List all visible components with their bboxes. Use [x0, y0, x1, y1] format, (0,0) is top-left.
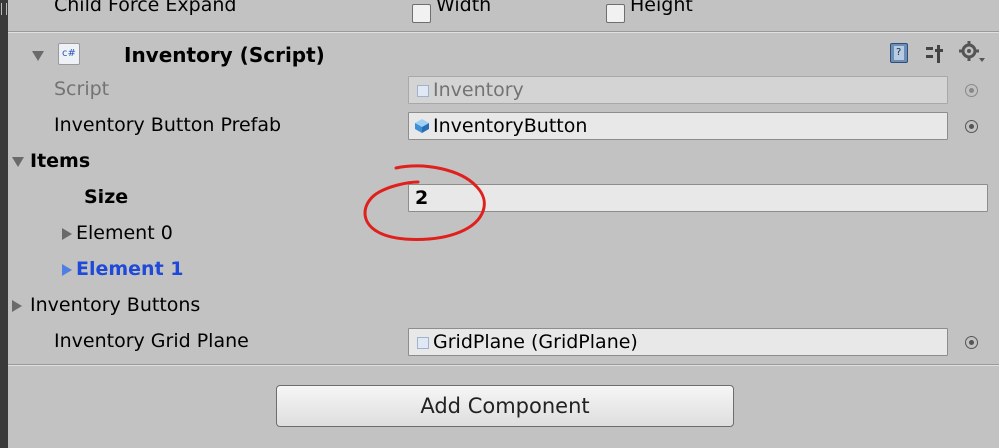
csharp-script-icon: c# [58, 43, 80, 65]
button-prefab-label: Inventory Button Prefab [54, 114, 282, 136]
height-label: Height [630, 0, 693, 16]
expand-arrow-icon[interactable] [12, 300, 22, 312]
help-book-icon[interactable]: ? [890, 43, 908, 63]
foldout-arrow-icon[interactable] [32, 51, 44, 61]
grid-plane-row: Inventory Grid Plane GridPlane (GridPlan… [8, 326, 999, 360]
left-window-edge [0, 0, 8, 448]
component-header[interactable]: c# Inventory (Script) ? [8, 37, 999, 73]
divider [8, 365, 999, 366]
inventory-buttons-label: Inventory Buttons [30, 294, 201, 316]
component-title: Inventory (Script) [124, 43, 325, 67]
script-field: Inventory [408, 76, 948, 104]
divider [8, 32, 999, 33]
expand-arrow-icon[interactable] [62, 264, 72, 276]
script-label: Script [54, 78, 110, 100]
size-label: Size [84, 186, 129, 208]
add-component-button[interactable]: Add Component [276, 385, 734, 427]
prefab-cube-icon [415, 119, 429, 133]
grid-plane-label: Inventory Grid Plane [54, 330, 249, 352]
list-item[interactable]: Element 0 [8, 218, 999, 252]
child-force-expand-row: Child Force Expand Width Height [8, 0, 999, 30]
red-circle-annotation [363, 164, 486, 241]
button-prefab-row: Inventory Button Prefab InventoryButton [8, 110, 999, 144]
element-label: Element 1 [76, 258, 184, 280]
gear-icon[interactable] [958, 40, 986, 66]
list-item[interactable]: Element 1 [8, 254, 999, 288]
height-checkbox[interactable] [606, 4, 625, 23]
button-prefab-field[interactable]: InventoryButton [408, 112, 948, 140]
expand-arrow-icon[interactable] [62, 228, 72, 240]
script-asset-icon [417, 337, 429, 349]
items-foldout[interactable]: Items [8, 146, 999, 180]
items-label: Items [30, 150, 91, 172]
inventory-buttons-foldout[interactable]: Inventory Buttons [8, 290, 999, 324]
inspector-panel: Child Force Expand Width Height c# Inven… [8, 0, 999, 448]
object-picker-icon[interactable] [965, 336, 978, 349]
foldout-arrow-icon[interactable] [12, 157, 24, 167]
object-picker-icon[interactable] [965, 120, 978, 133]
resize-grip-icon[interactable] [1, 3, 7, 15]
object-picker-icon [965, 84, 978, 97]
width-checkbox[interactable] [412, 4, 431, 23]
script-asset-icon [417, 85, 429, 97]
script-row: Script Inventory [8, 74, 999, 108]
child-force-expand-label: Child Force Expand [54, 0, 237, 16]
width-label: Width [436, 0, 492, 16]
preset-sliders-icon[interactable] [924, 43, 946, 65]
grid-plane-field[interactable]: GridPlane (GridPlane) [408, 328, 948, 356]
element-label: Element 0 [76, 222, 173, 244]
size-row: Size 2 [8, 182, 999, 216]
